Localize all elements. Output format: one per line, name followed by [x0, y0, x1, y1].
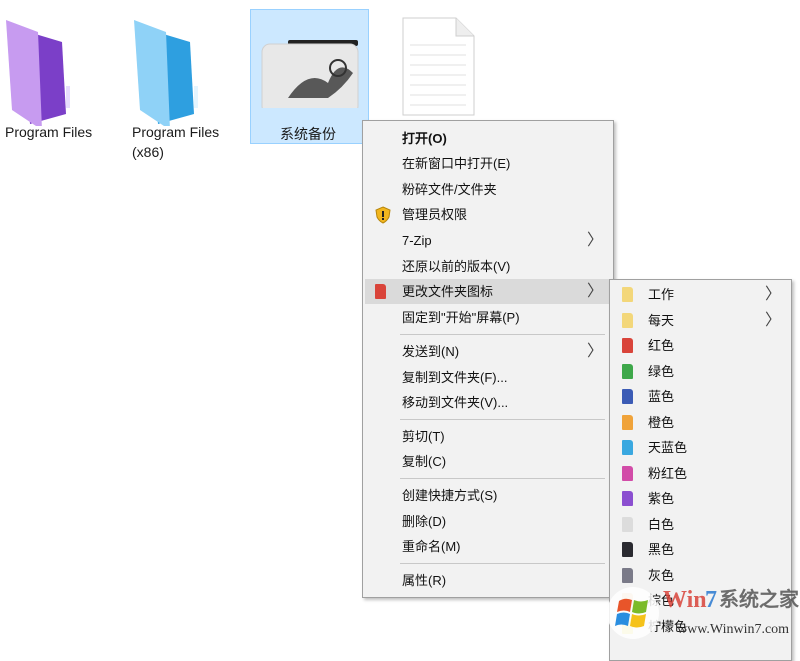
item-label-line2: (x86)	[132, 144, 164, 160]
folder-icon	[622, 363, 633, 379]
submenu-item-label: 绿色	[648, 363, 675, 379]
purple-folder-icon	[6, 20, 70, 126]
menu-item-label: 删除(D)	[402, 514, 447, 529]
menu-item-delete[interactable]: 删除(D)	[365, 509, 611, 534]
context-menu: 打开(O) 在新窗口中打开(E) 粉碎文件/文件夹 管理员权限 7-Zip 〉 还…	[362, 120, 614, 598]
menu-item-label: 创建快捷方式(S)	[402, 488, 498, 503]
menu-item-label: 更改文件夹图标	[402, 284, 494, 299]
menu-item-label: 7-Zip	[402, 233, 432, 248]
blue-folder-icon	[134, 20, 198, 126]
chevron-right-icon: 〉	[764, 286, 781, 303]
menu-item-restore-versions[interactable]: 还原以前的版本(V)	[365, 254, 611, 279]
menu-separator	[400, 478, 605, 479]
menu-item-label: 打开(O)	[402, 131, 447, 146]
menu-item-create-shortcut[interactable]: 创建快捷方式(S)	[365, 483, 611, 508]
menu-item-rename[interactable]: 重命名(M)	[365, 534, 611, 559]
chevron-right-icon: 〉	[586, 283, 603, 300]
desktop-item-program-files-x86[interactable]: Program Files (x86)	[125, 10, 240, 160]
folder-icon	[622, 516, 633, 532]
menu-item-label: 在新窗口中打开(E)	[402, 156, 511, 171]
menu-item-label: 还原以前的版本(V)	[402, 259, 511, 274]
submenu-item-label: 橙色	[648, 414, 675, 430]
submenu-item[interactable]: 橙色	[612, 410, 789, 435]
menu-item-cut[interactable]: 剪切(T)	[365, 424, 611, 449]
menu-item-label: 移动到文件夹(V)...	[402, 395, 509, 410]
menu-item-label: 复制(C)	[402, 454, 447, 469]
submenu-item-label: 工作	[648, 287, 675, 302]
folder-icon	[622, 389, 633, 404]
desktop-item-program-files[interactable]: Program Files	[0, 10, 110, 150]
submenu-item-label: 蓝色	[648, 389, 675, 404]
menu-item-copy-to-folder[interactable]: 复制到文件夹(F)...	[365, 365, 611, 390]
menu-item-label: 属性(R)	[402, 573, 447, 588]
submenu-item-label: 红色	[648, 338, 675, 353]
document-icon	[402, 17, 475, 116]
menu-item-properties[interactable]: 属性(R)	[365, 568, 611, 593]
svg-text:www.Winwin7.com: www.Winwin7.com	[677, 622, 789, 637]
submenu-item[interactable]: 紫色	[612, 486, 789, 511]
submenu-item[interactable]: 天蓝色	[612, 435, 789, 460]
submenu-item-label: 粉红色	[648, 465, 688, 481]
svg-text:Win: Win	[663, 587, 707, 613]
menu-item-admin[interactable]: 管理员权限	[365, 202, 611, 227]
chevron-right-icon: 〉	[586, 232, 603, 249]
shield-icon	[375, 206, 391, 224]
menu-item-open[interactable]: 打开(O)	[365, 126, 611, 151]
item-label: Program Files	[132, 124, 220, 140]
menu-item-label: 复制到文件夹(F)...	[402, 370, 508, 385]
folder-icon	[622, 338, 633, 353]
menu-item-open-new-window[interactable]: 在新窗口中打开(E)	[365, 151, 611, 176]
menu-item-label: 重命名(M)	[402, 539, 461, 554]
submenu-item[interactable]: 黑色	[612, 537, 789, 562]
submenu-item[interactable]: 粉红色	[612, 461, 789, 486]
menu-item-label: 剪切(T)	[402, 429, 445, 444]
menu-item-copy[interactable]: 复制(C)	[365, 449, 611, 474]
menu-item-label: 管理员权限	[402, 207, 468, 222]
menu-item-7zip[interactable]: 7-Zip 〉	[365, 228, 611, 253]
desktop-item-system-backup[interactable]: 系统备份	[250, 9, 369, 144]
submenu-item[interactable]: 白色	[612, 512, 789, 537]
svg-text:系统之家: 系统之家	[719, 587, 800, 611]
menu-item-move-to-folder[interactable]: 移动到文件夹(V)...	[365, 390, 611, 415]
submenu-item[interactable]: 每天 〉	[612, 308, 789, 333]
item-label: Program Files	[5, 124, 93, 140]
submenu-item[interactable]: 绿色	[612, 359, 789, 384]
submenu-item[interactable]: 蓝色	[612, 384, 789, 409]
menu-item-change-folder-icon[interactable]: 更改文件夹图标 〉	[365, 279, 611, 304]
submenu-item-label: 天蓝色	[648, 440, 688, 455]
menu-item-shred[interactable]: 粉碎文件/文件夹	[365, 177, 611, 202]
submenu-item-label: 黑色	[648, 542, 675, 557]
submenu-item-label: 白色	[648, 516, 675, 532]
folder-icon	[622, 491, 633, 506]
menu-item-pin-start[interactable]: 固定到"开始"屏幕(P)	[365, 305, 611, 330]
menu-item-label: 发送到(N)	[402, 344, 460, 359]
item-label: 系统备份	[280, 126, 336, 142]
chevron-right-icon: 〉	[764, 311, 781, 329]
decorated-folder-icon	[261, 40, 359, 108]
folder-icon	[622, 542, 633, 557]
menu-item-label: 粉碎文件/文件夹	[402, 182, 497, 197]
folder-icon	[622, 414, 633, 430]
menu-separator	[400, 334, 605, 335]
watermark-logo: Win 7 系统之家 www.Winwin7.com	[605, 575, 800, 642]
submenu-item[interactable]: 红色	[612, 333, 789, 358]
folder-icon	[622, 312, 633, 328]
folder-icon	[622, 465, 633, 481]
chevron-right-icon: 〉	[586, 343, 603, 360]
menu-item-label: 固定到"开始"屏幕(P)	[402, 310, 520, 325]
desktop-item-document[interactable]	[400, 15, 480, 120]
folder-icon	[622, 440, 633, 455]
submenu-item-label: 每天	[648, 312, 675, 328]
svg-text:7: 7	[705, 587, 717, 613]
folder-icon	[375, 284, 386, 299]
menu-separator	[400, 563, 605, 564]
submenu-item[interactable]: 工作 〉	[612, 282, 789, 307]
menu-separator	[400, 419, 605, 420]
folder-icon	[622, 287, 633, 302]
menu-item-send-to[interactable]: 发送到(N) 〉	[365, 339, 611, 364]
submenu-item-label: 紫色	[648, 491, 675, 506]
